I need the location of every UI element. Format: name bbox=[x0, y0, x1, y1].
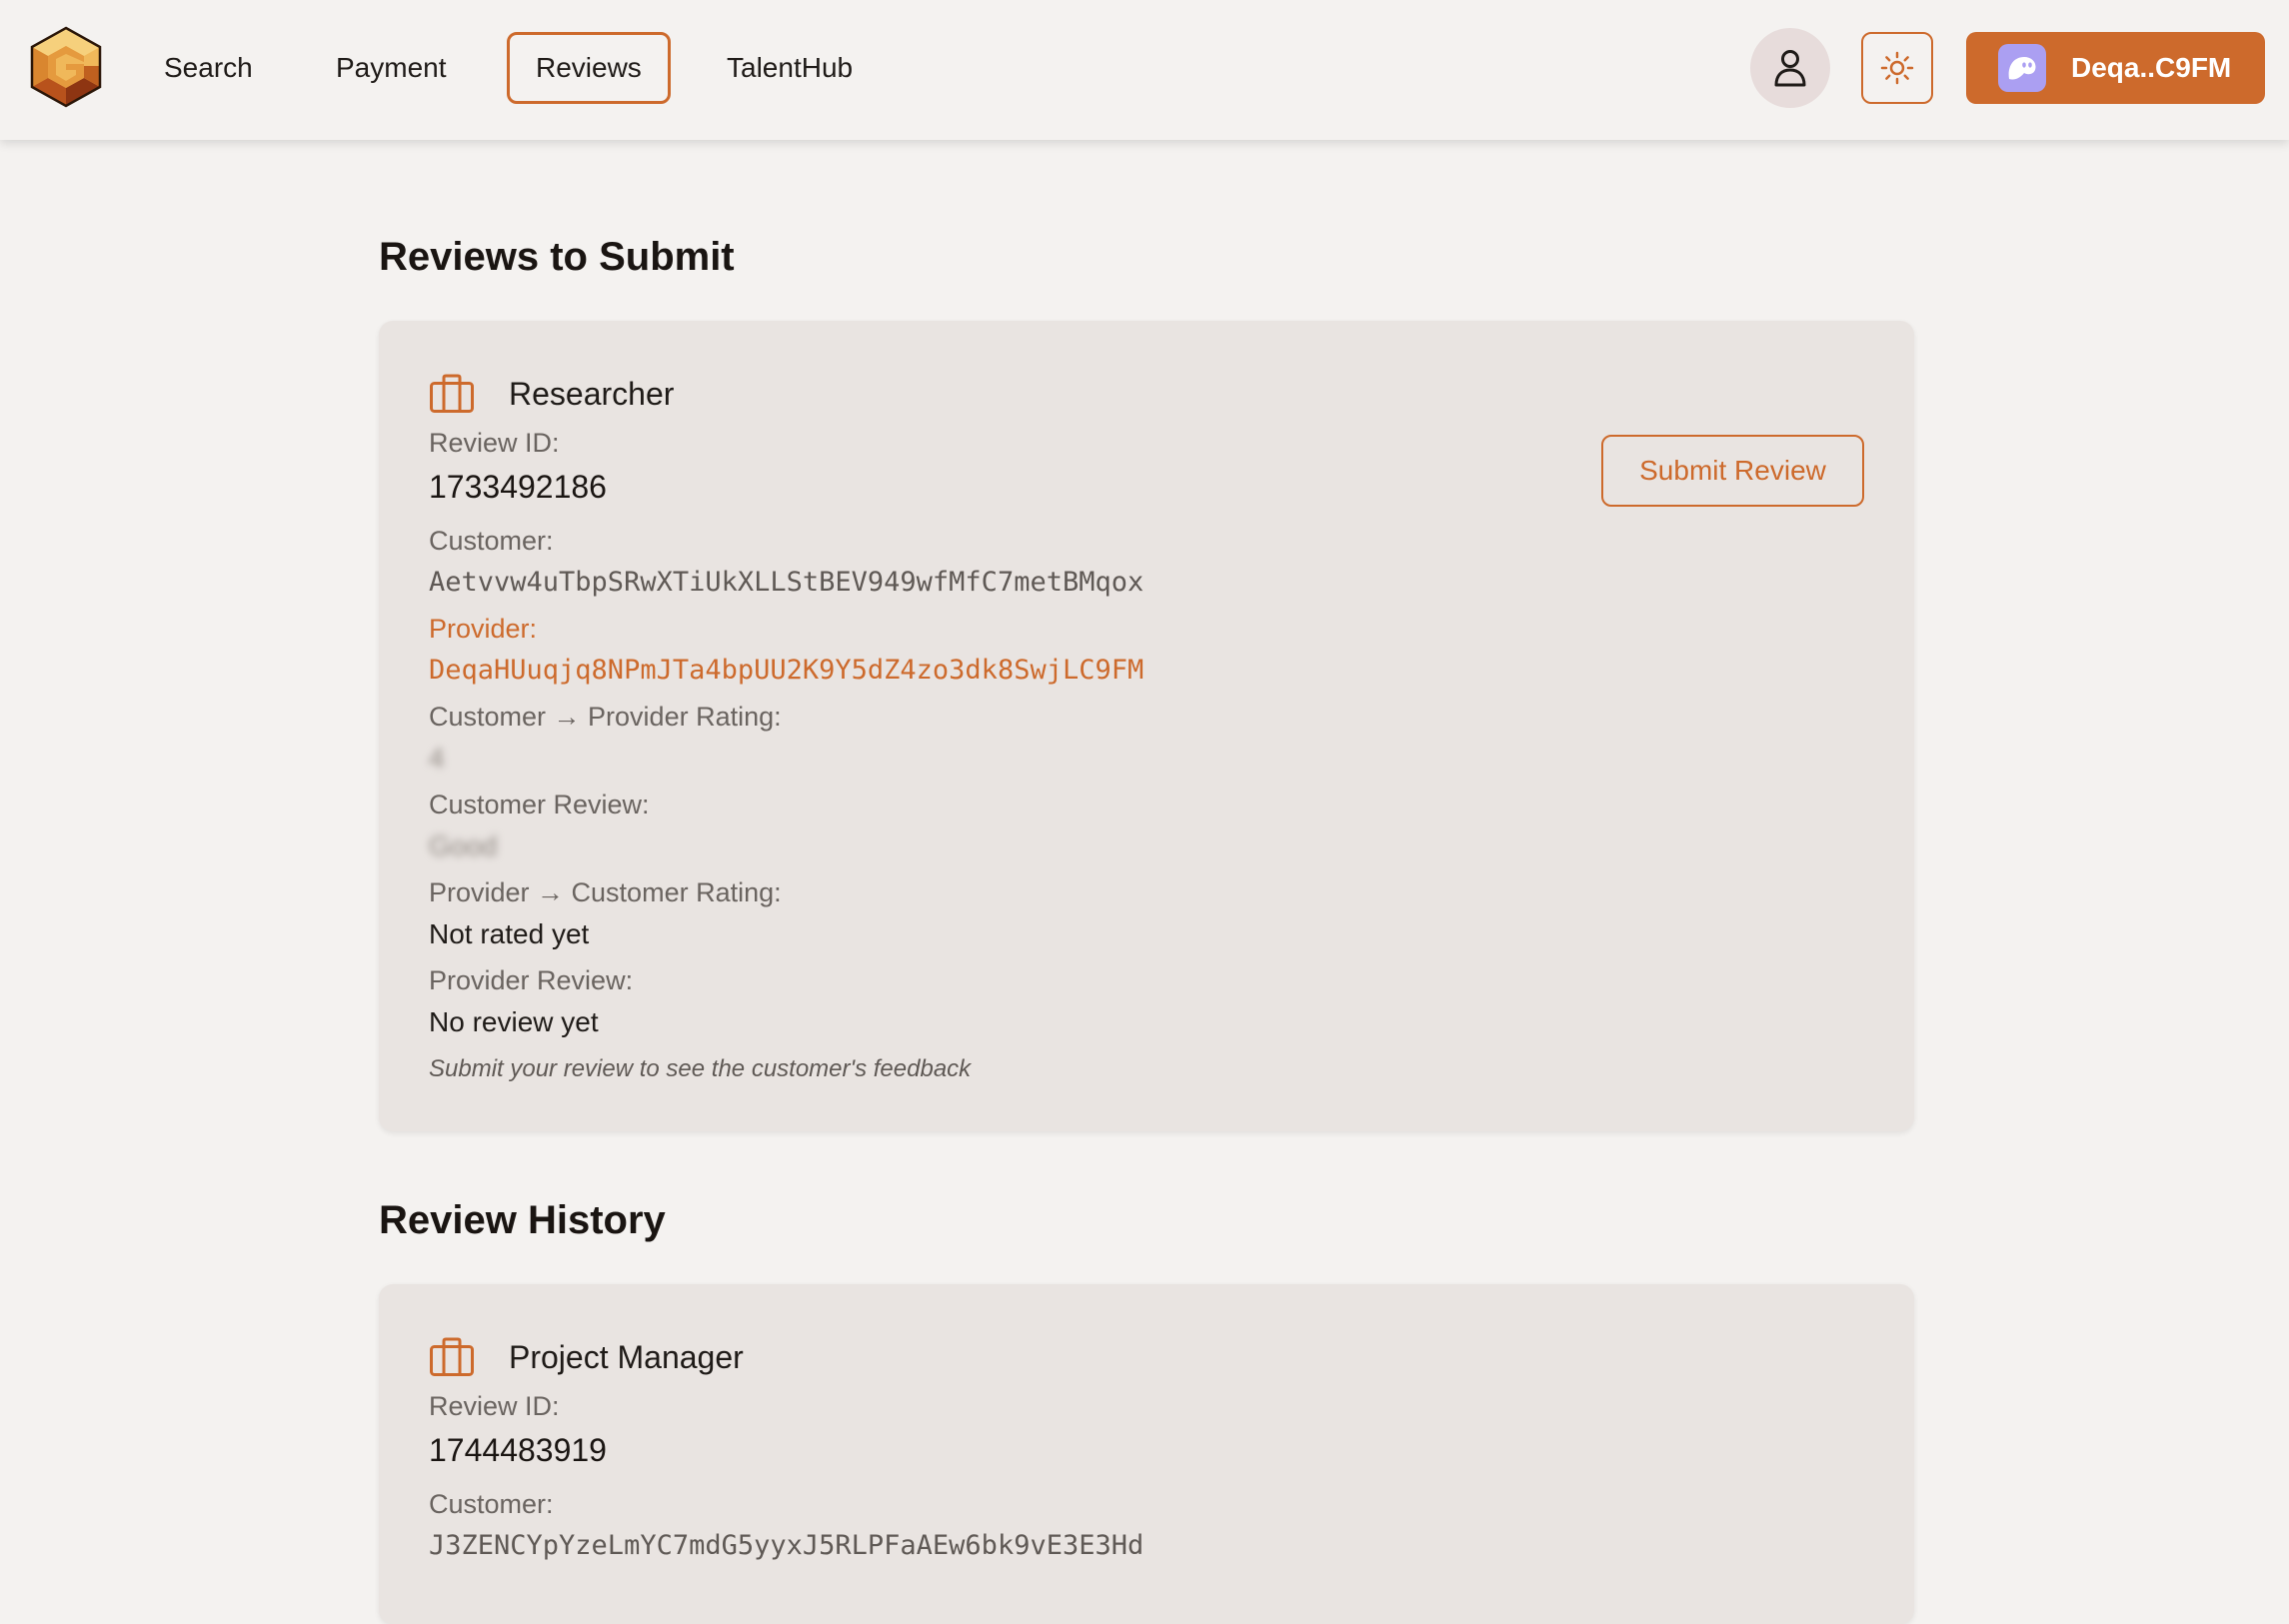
review-card-history: Project Manager Review ID: 1744483919 Cu… bbox=[379, 1284, 1914, 1624]
submit-hint-note: Submit your review to see the customer's… bbox=[429, 1055, 972, 1082]
nav-talenthub[interactable]: TalentHub bbox=[727, 32, 853, 104]
wallet-button[interactable]: Deqa..C9FM bbox=[1966, 32, 2265, 104]
provider-review-value: No review yet bbox=[429, 1006, 599, 1037]
review-card-pending: Researcher Review ID: 1733492186 Custome… bbox=[379, 321, 1914, 1131]
review-id-value: 1744483919 bbox=[429, 1432, 607, 1468]
customer-label: Customer: bbox=[429, 1489, 554, 1519]
customer-review-label: Customer Review: bbox=[429, 790, 650, 819]
submit-review-button[interactable]: Submit Review bbox=[1601, 435, 1864, 507]
provider-review-label: Provider Review: bbox=[429, 965, 634, 995]
briefcase-icon bbox=[430, 374, 474, 413]
profile-button[interactable] bbox=[1750, 28, 1830, 108]
wallet-address-label: Deqa..C9FM bbox=[2071, 52, 2232, 83]
provider-address: DeqaHUuqjq8NPmJTa4bpUU2K9Y5dZ4zo3dk8SwjL… bbox=[429, 655, 1144, 686]
customer-address: J3ZENCYpYzeLmYC7mdG5yyxJ5RLPFaAEw6bk9vE3… bbox=[429, 1530, 1144, 1561]
customer-label: Customer: bbox=[429, 526, 554, 556]
user-icon bbox=[1774, 50, 1806, 87]
nav-payment[interactable]: Payment bbox=[336, 32, 447, 104]
section-title-reviews-to-submit: Reviews to Submit bbox=[379, 235, 735, 279]
job-title: Researcher bbox=[509, 375, 675, 412]
review-details: Researcher Review ID: 1733492186 Custome… bbox=[429, 369, 1528, 1090]
section-title-review-history: Review History bbox=[379, 1198, 666, 1242]
review-id-label: Review ID: bbox=[429, 428, 560, 458]
provider-to-customer-rating-label: Provider → Customer Rating: bbox=[429, 877, 782, 907]
theme-toggle-button[interactable] bbox=[1861, 32, 1933, 104]
nav-search[interactable]: Search bbox=[164, 32, 253, 104]
customer-to-provider-rating-value: 4 bbox=[429, 743, 445, 774]
review-id-label: Review ID: bbox=[429, 1391, 560, 1421]
nav-reviews[interactable]: Reviews bbox=[507, 32, 671, 104]
provider-label: Provider: bbox=[429, 614, 538, 644]
job-title: Project Manager bbox=[509, 1338, 744, 1375]
logo-icon[interactable] bbox=[30, 26, 102, 108]
provider-to-customer-rating-value: Not rated yet bbox=[429, 918, 590, 949]
phantom-ghost-icon bbox=[1998, 44, 2046, 92]
history-review-details: Project Manager Review ID: 1744483919 Cu… bbox=[429, 1332, 1528, 1572]
top-navigation-bar: Search Payment Reviews TalentHub Deqa..C… bbox=[0, 0, 2289, 140]
customer-review-value: Good bbox=[429, 830, 498, 861]
briefcase-icon bbox=[430, 1337, 474, 1376]
sun-icon bbox=[1880, 51, 1914, 85]
customer-to-provider-rating-label: Customer → Provider Rating: bbox=[429, 702, 782, 732]
review-id-value: 1733492186 bbox=[429, 469, 607, 505]
customer-address: Aetvvw4uTbpSRwXTiUkXLLStBEV949wfMfC7metB… bbox=[429, 567, 1144, 598]
